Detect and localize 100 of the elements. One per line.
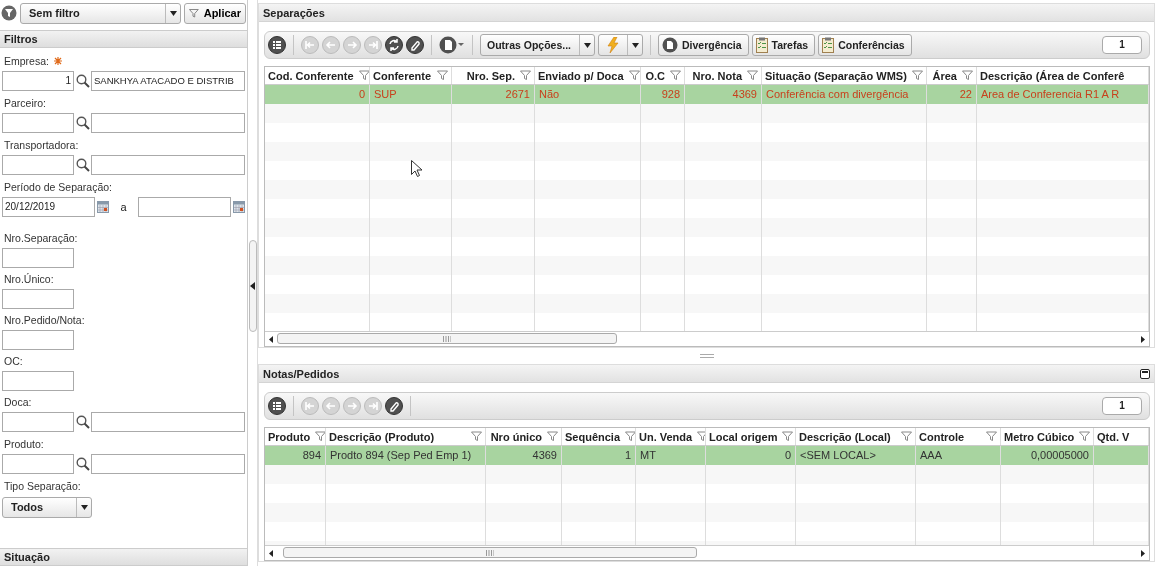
- filter-icon[interactable]: [437, 70, 448, 81]
- column-header[interactable]: Qtd. V: [1097, 430, 1145, 443]
- clip-icon[interactable]: [385, 397, 403, 415]
- scrollbar-thumb[interactable]: [249, 240, 257, 332]
- toolbar-button[interactable]: Tarefas: [751, 34, 816, 56]
- column-header[interactable]: Un. Venda: [639, 430, 693, 443]
- field-label: Tipo Separação:: [4, 480, 81, 492]
- column-header[interactable]: Sequência: [565, 430, 621, 443]
- filter-icon[interactable]: [628, 70, 640, 81]
- calendar-icon[interactable]: [97, 200, 109, 213]
- column-header[interactable]: Situação (Separação WMS): [765, 69, 907, 82]
- date-input[interactable]: [138, 196, 231, 217]
- collapse-icon[interactable]: [250, 282, 255, 290]
- column-header[interactable]: Controle: [919, 430, 981, 443]
- scrollbar-thumb[interactable]: [277, 333, 617, 344]
- filter-icon[interactable]: [747, 70, 758, 81]
- column-header[interactable]: O.C: [644, 69, 665, 82]
- clipboard-icon: [822, 37, 835, 53]
- filter-icon[interactable]: [547, 431, 558, 442]
- filter-icon[interactable]: [912, 70, 923, 81]
- table-cell: SUP: [374, 88, 397, 100]
- column-header[interactable]: Descrição (Área de Conferê: [980, 69, 1145, 82]
- section-header: Situação: [0, 548, 247, 566]
- column-header[interactable]: Cod. Conferente: [268, 69, 354, 82]
- column-header[interactable]: Área: [930, 69, 957, 82]
- scrollbar-thumb[interactable]: [283, 547, 697, 558]
- field-label: Produto:: [4, 438, 44, 450]
- description-input[interactable]: [91, 112, 245, 133]
- filter-icon[interactable]: [1079, 431, 1091, 442]
- table-cell: 4369: [532, 449, 557, 461]
- table-cell: Conferência com divergência: [766, 88, 909, 100]
- text-input[interactable]: [2, 370, 74, 391]
- apply-button[interactable]: Aplicar: [184, 2, 246, 24]
- date-input[interactable]: 20/12/2019: [2, 196, 95, 217]
- text-input[interactable]: [2, 288, 74, 309]
- table-cell: 0: [784, 449, 791, 461]
- column-header[interactable]: Nro único: [489, 430, 542, 443]
- code-input[interactable]: 1: [2, 70, 74, 91]
- maximize-icon[interactable]: [1140, 368, 1150, 379]
- filter-icon[interactable]: [670, 70, 681, 81]
- filter-preset-select[interactable]: Sem filtro: [20, 2, 181, 24]
- code-input[interactable]: [2, 453, 74, 474]
- filter-icon[interactable]: [625, 431, 635, 442]
- column-header[interactable]: Descrição (Produto): [329, 430, 466, 443]
- filter-icon[interactable]: [782, 431, 794, 442]
- filter-icon[interactable]: [901, 431, 912, 442]
- filter-icon[interactable]: [471, 431, 482, 442]
- table-cell: 894: [302, 449, 321, 461]
- column-header[interactable]: Metro Cúbico: [1004, 430, 1075, 443]
- filter-icon[interactable]: [520, 70, 531, 81]
- column-header[interactable]: Nro. Nota: [688, 69, 742, 82]
- description-input[interactable]: [91, 154, 245, 175]
- description-input[interactable]: SANKHYA ATACADO E DISTRIB: [91, 70, 245, 91]
- panel-title: Notas/Pedidos: [263, 367, 340, 380]
- document-icon: [662, 37, 679, 53]
- table-cell: 22: [959, 88, 972, 100]
- table-row[interactable]: 894 Prodto 894 (Sep Ped Emp 1) 4369 1 MT 0 <SEM LOCAL> AAA 0,00005000: [265, 446, 1149, 465]
- search-icon[interactable]: [76, 456, 90, 471]
- filter-icon[interactable]: [315, 431, 325, 442]
- filter-icon[interactable]: [1, 5, 17, 21]
- filter-icon[interactable]: [986, 431, 997, 442]
- description-input[interactable]: [91, 411, 245, 432]
- column-header[interactable]: Nro. Sep.: [455, 69, 515, 82]
- search-icon[interactable]: [76, 157, 90, 172]
- grid-icon[interactable]: [268, 36, 286, 54]
- filter-icon[interactable]: [962, 70, 973, 81]
- column-header[interactable]: Descrição (Local): [799, 430, 896, 443]
- grid-icon[interactable]: [268, 397, 286, 415]
- panel-title: Separações: [263, 6, 325, 19]
- field-label: OC:: [4, 355, 23, 367]
- filter-icon[interactable]: [358, 70, 369, 81]
- table-cell: 0: [358, 88, 365, 100]
- filter-icon[interactable]: [697, 431, 705, 442]
- column-header[interactable]: Local origem: [709, 430, 778, 443]
- clip-icon[interactable]: [406, 36, 424, 54]
- description-input[interactable]: [91, 453, 245, 474]
- search-icon[interactable]: [76, 73, 90, 88]
- type-select[interactable]: Todos: [2, 496, 92, 518]
- toolbar-button[interactable]: Conferências: [818, 34, 912, 56]
- code-input[interactable]: [2, 112, 74, 133]
- grip-icon[interactable]: [699, 354, 714, 358]
- range-separator: a: [119, 200, 128, 213]
- more-options-button[interactable]: Outras Opções...: [480, 34, 596, 56]
- export-icon[interactable]: [439, 36, 465, 54]
- calendar-icon[interactable]: [233, 200, 245, 213]
- code-input[interactable]: [2, 154, 74, 175]
- field-label: Transportadora:: [4, 139, 79, 151]
- column-header[interactable]: Enviado p/ Doca: [538, 69, 624, 82]
- code-input[interactable]: [2, 411, 74, 432]
- table-cell: Não: [539, 88, 560, 100]
- actions-button[interactable]: [598, 34, 644, 56]
- field-label: Doca:: [4, 396, 32, 408]
- divergence-button[interactable]: Divergência: [658, 34, 749, 56]
- column-header[interactable]: Produto: [268, 430, 311, 443]
- search-icon[interactable]: [76, 115, 90, 130]
- search-icon[interactable]: [76, 414, 90, 429]
- column-header[interactable]: Conferente: [373, 69, 432, 82]
- text-input[interactable]: [2, 247, 74, 268]
- refresh-icon[interactable]: [385, 36, 403, 54]
- text-input[interactable]: [2, 329, 74, 350]
